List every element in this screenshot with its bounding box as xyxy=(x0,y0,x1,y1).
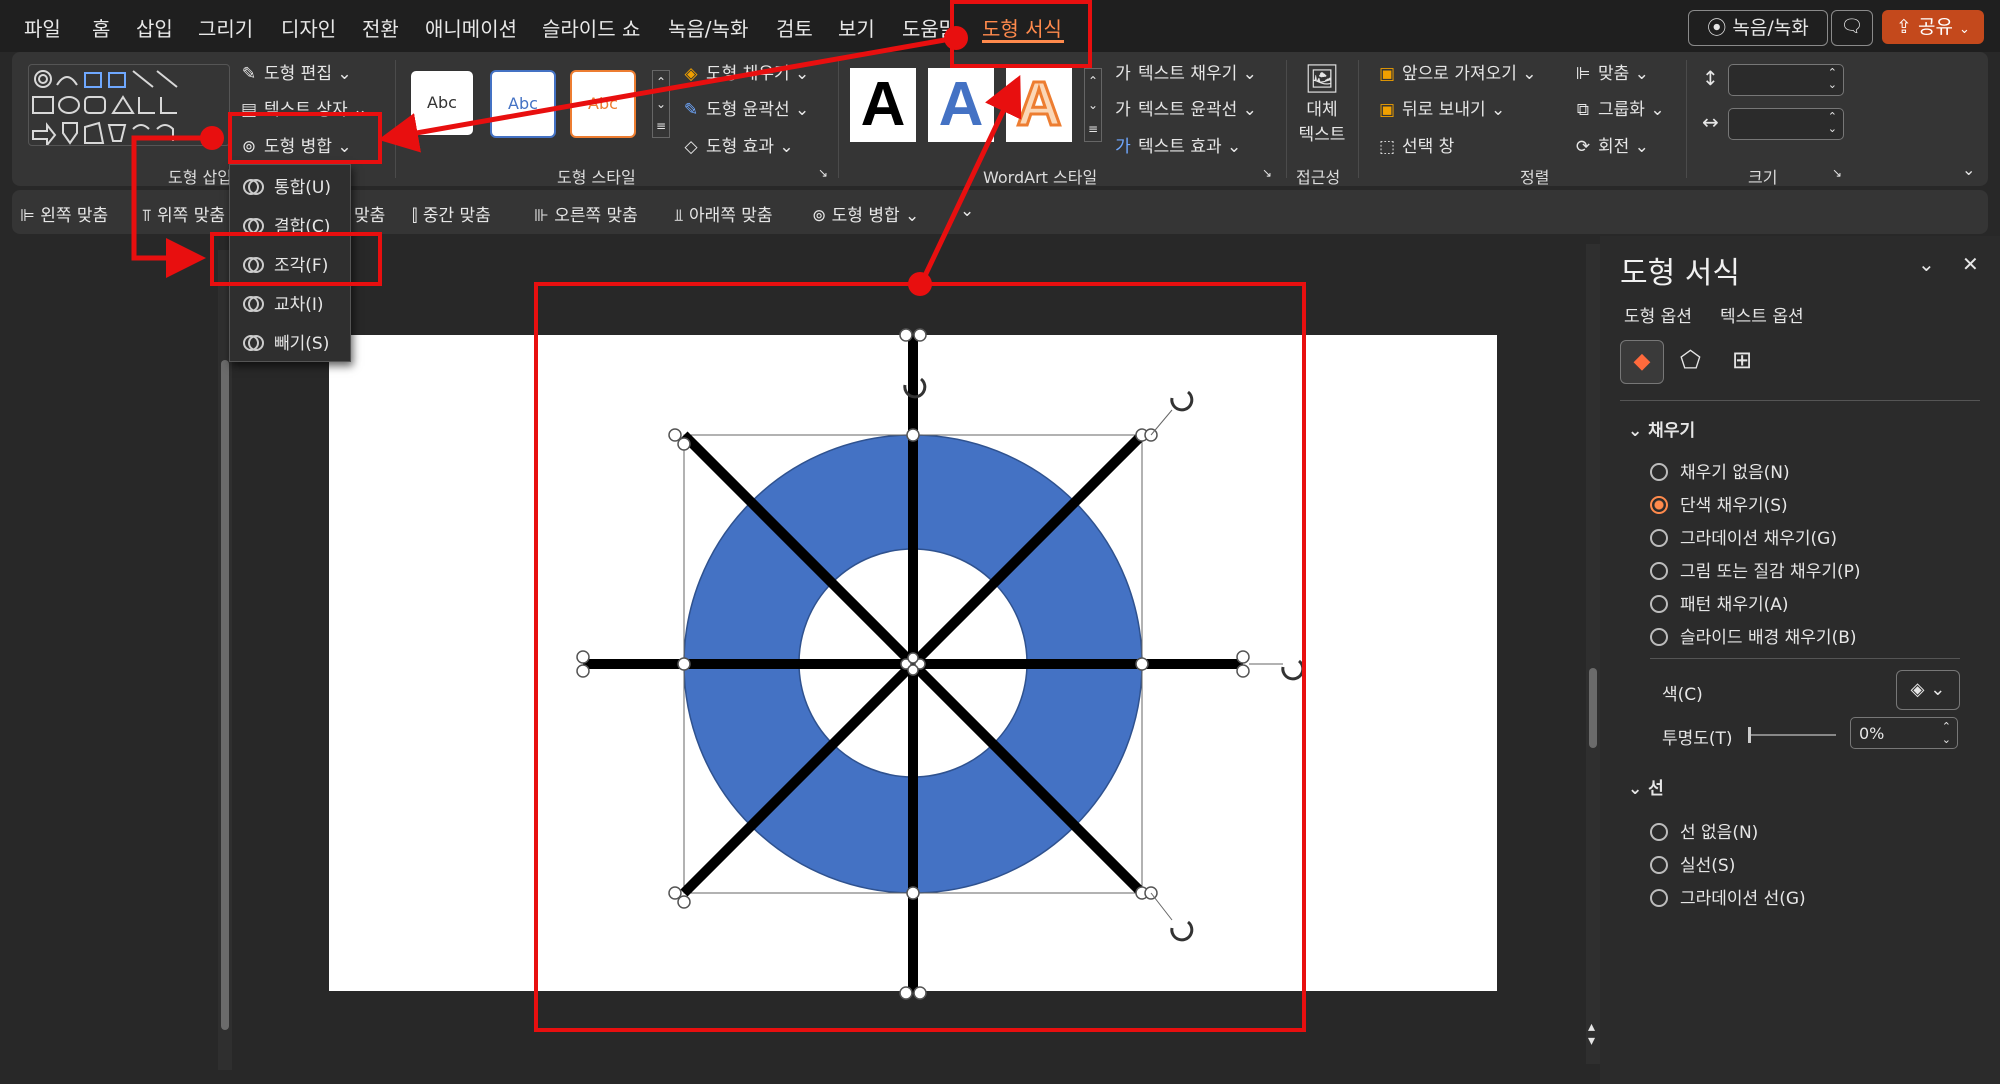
annotation-arrows xyxy=(131,26,1022,296)
